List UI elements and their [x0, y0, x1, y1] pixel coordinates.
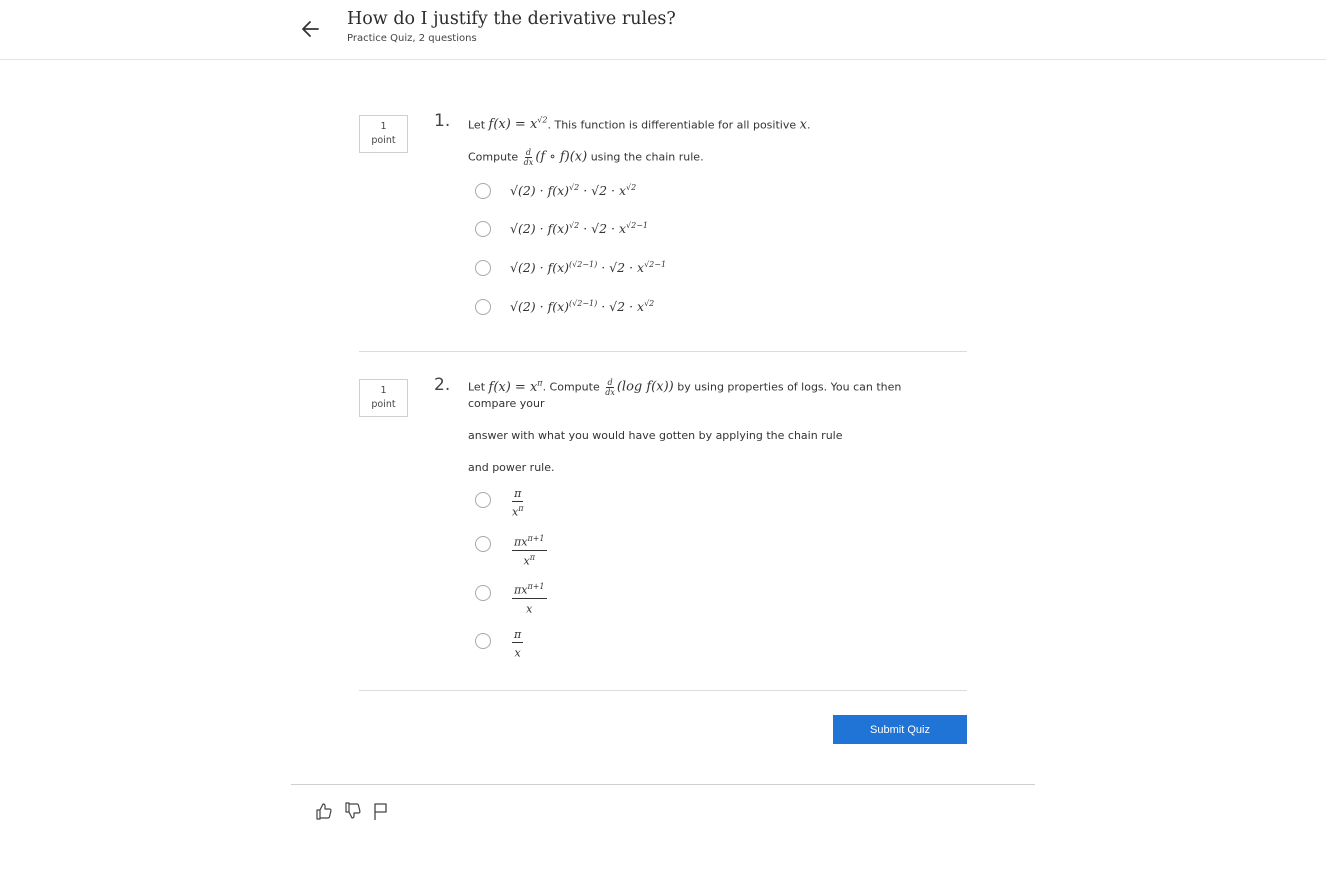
points-value: 1 — [380, 121, 387, 132]
math-expression: f(x) = xπ — [488, 378, 543, 395]
points-unit: point — [371, 135, 396, 146]
question-2-number: 2. — [434, 375, 451, 395]
submit-quiz-button[interactable]: Submit Quiz — [833, 715, 967, 744]
question-1-instruction: Compute d dx (f ∘ f)(x) using the chain ru… — [468, 148, 704, 167]
page-header: How do I justify the derivative rules? P… — [0, 0, 1326, 60]
q2-option-2-radio[interactable] — [475, 536, 491, 552]
arrow-left-icon[interactable] — [299, 17, 323, 41]
q1-option-3-radio[interactable] — [475, 260, 491, 276]
question-divider — [359, 351, 967, 352]
question-1-prompt: Let f(x) = x√2. This function is differe… — [468, 116, 811, 133]
q1-option-4-label: √(2) · f(x)(√2−1) · √2 · x√2 — [510, 299, 655, 315]
q1-option-1-label: √(2) · f(x)√2 · √2 · x√2 — [510, 183, 637, 199]
q2-option-4-label: πx — [512, 628, 524, 660]
question-1-points: 1 point — [359, 115, 408, 153]
q2-option-3-radio[interactable] — [475, 585, 491, 601]
q1-option-3-label: √(2) · f(x)(√2−1) · √2 · x√2−1 — [510, 260, 667, 276]
q2-option-4-radio[interactable] — [475, 633, 491, 649]
q2-option-2-label: πxπ+1 xπ — [512, 534, 547, 568]
page-subtitle: Practice Quiz, 2 questions — [347, 33, 477, 44]
q1-option-1-radio[interactable] — [475, 183, 491, 199]
question-2-prompt-line-2: compare your — [468, 397, 545, 410]
q1-option-4-radio[interactable] — [475, 299, 491, 315]
flag-icon[interactable] — [372, 801, 390, 821]
question-2-prompt-line-3: answer with what you would have gotten b… — [468, 429, 843, 442]
q1-option-2-label: √(2) · f(x)√2 · √2 · x√2−1 — [510, 221, 649, 237]
question-2-prompt-line-4: and power rule. — [468, 461, 555, 474]
q1-option-2-radio[interactable] — [475, 221, 491, 237]
thumbs-down-icon[interactable] — [344, 801, 362, 821]
q2-option-3-label: πxπ+1 x — [512, 582, 547, 616]
points-value: 1 — [380, 385, 387, 396]
q2-option-1-label: π xπ — [512, 487, 524, 519]
footer-divider — [291, 784, 1035, 785]
math-expression: f(x) = x√2 — [488, 116, 548, 133]
derivative-operator: d dx — [523, 148, 534, 167]
question-1-number: 1. — [434, 111, 451, 131]
points-unit: point — [371, 399, 396, 410]
thumbs-up-icon[interactable] — [315, 801, 333, 821]
q2-option-1-radio[interactable] — [475, 492, 491, 508]
question-2-prompt: Let f(x) = xπ. Compute d dx (log f(x)) by … — [468, 378, 902, 397]
page-title: How do I justify the derivative rules? — [347, 9, 676, 29]
question-2-points: 1 point — [359, 379, 408, 417]
derivative-operator: d dx — [605, 378, 615, 397]
question-divider — [359, 690, 967, 691]
